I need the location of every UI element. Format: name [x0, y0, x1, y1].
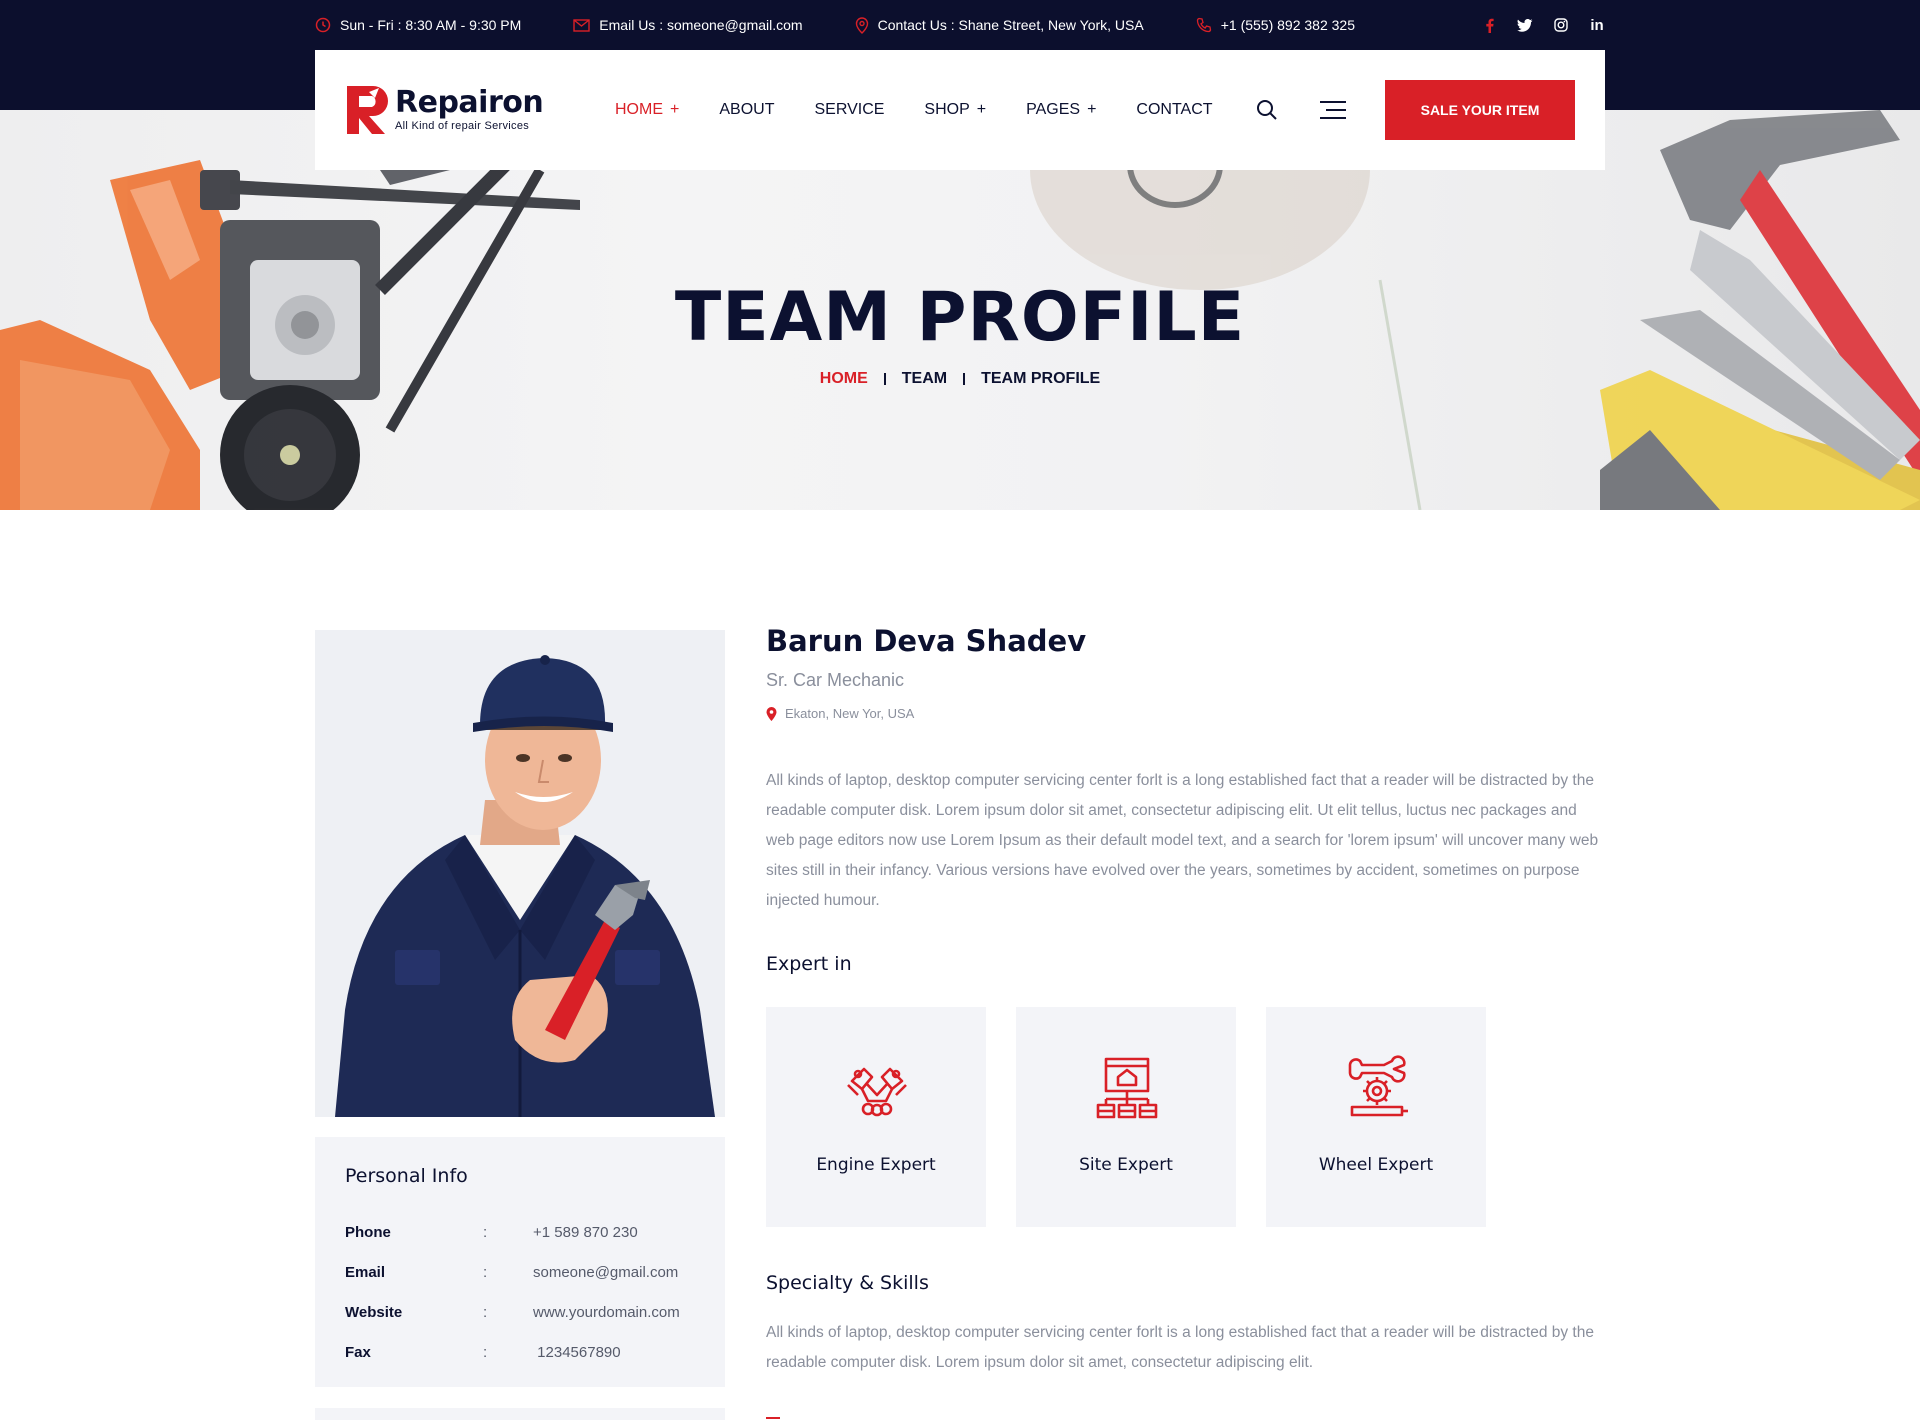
info-value-email[interactable]: someone@gmail.com	[533, 1264, 678, 1281]
nav-home[interactable]: HOME +	[615, 101, 679, 119]
info-label: Email	[345, 1264, 386, 1281]
plus-icon: +	[1087, 101, 1097, 118]
profile-bio: All kinds of laptop, desktop computer se…	[766, 772, 1599, 909]
nav-home-label: HOME	[615, 101, 663, 118]
info-value-website[interactable]: www.yourdomain.com	[533, 1304, 680, 1321]
profile-location: Ekaton, New Yor, USA	[766, 706, 914, 721]
top-bar-content: Sun - Fri : 8:30 AM - 9:30 PM Email Us :…	[315, 0, 1605, 50]
phone-info[interactable]: +1 (555) 892 382 325	[1196, 17, 1355, 33]
info-row-website: Website : www.yourdomain.com	[345, 1304, 695, 1321]
repairon-logo-icon	[347, 86, 388, 134]
info-label: Website	[345, 1304, 403, 1321]
nav-contact[interactable]: CONTACT	[1136, 101, 1212, 119]
expert-heading: Expert in	[766, 953, 852, 975]
info-label: Fax	[345, 1344, 371, 1361]
expert-card-wheel[interactable]: Wheel Expert	[1266, 1007, 1486, 1227]
site-logo[interactable]: Repairon All Kind of repair Services	[345, 84, 544, 136]
search-icon[interactable]	[1255, 98, 1279, 122]
nav-about[interactable]: ABOUT	[719, 101, 774, 119]
hours-info: Sun - Fri : 8:30 AM - 9:30 PM	[315, 17, 521, 33]
profile-role: Sr. Car Mechanic	[766, 670, 905, 690]
brand-name: Repairon	[395, 85, 544, 120]
nav-pages-label: PAGES	[1026, 101, 1081, 118]
info-value-phone[interactable]: +1 589 870 230	[533, 1224, 638, 1241]
hamburger-menu-icon[interactable]	[1320, 100, 1346, 120]
phone-icon	[1196, 17, 1211, 33]
email-text: Email Us : someone@gmail.com	[599, 17, 803, 33]
info-row-email: Email : someone@gmail.com	[345, 1264, 695, 1281]
info-colon: :	[483, 1344, 488, 1361]
page-title: TEAM PROFILE	[674, 278, 1246, 357]
nav-about-label: ABOUT	[719, 101, 775, 118]
expert-label: Engine Expert	[816, 1155, 936, 1175]
profile-name: Barun Deva Shadev	[766, 624, 1087, 658]
info-label: Phone	[345, 1224, 391, 1241]
info-colon: :	[483, 1304, 488, 1321]
info-value-fax: 1234567890	[533, 1344, 621, 1361]
breadcrumb-team[interactable]: TEAM	[902, 370, 947, 388]
wheel-gear-icon	[1348, 1055, 1408, 1117]
location-pin-icon	[766, 706, 777, 721]
nav-contact-label: CONTACT	[1136, 101, 1213, 118]
social-links: in	[1481, 17, 1605, 34]
nav-service[interactable]: SERVICE	[814, 101, 884, 119]
instagram-icon[interactable]	[1553, 17, 1569, 33]
nav-shop[interactable]: SHOP +	[924, 101, 986, 119]
nav-pages[interactable]: PAGES +	[1026, 101, 1096, 119]
breadcrumb: HOME TEAM TEAM PROFILE	[0, 370, 1920, 388]
phone-text: +1 (555) 892 382 325	[1220, 17, 1355, 33]
linkedin-icon[interactable]: in	[1589, 17, 1605, 34]
skills-description: All kinds of laptop, desktop computer se…	[766, 1324, 1594, 1371]
mail-icon	[573, 18, 590, 32]
expert-card-engine[interactable]: Engine Expert	[766, 1007, 986, 1227]
sale-your-item-button[interactable]: SALE YOUR ITEM	[1385, 80, 1575, 140]
breadcrumb-current: TEAM PROFILE	[981, 370, 1101, 387]
twitter-icon[interactable]	[1517, 17, 1533, 33]
breadcrumb-separator	[883, 373, 886, 385]
primary-nav: HOME + ABOUT SERVICE SHOP + PAGES + CONTACT	[615, 50, 1253, 170]
personal-info-card: Personal Info Phone : +1 589 870 230 Ema…	[315, 1137, 725, 1387]
plus-icon: +	[670, 101, 680, 118]
mechanic-portrait	[315, 630, 725, 1117]
facebook-icon[interactable]	[1481, 17, 1497, 33]
site-icon	[1096, 1057, 1158, 1119]
brand-tagline: All Kind of repair Services	[395, 120, 530, 132]
progress-bar-start	[766, 1417, 780, 1419]
engine-icon	[847, 1067, 907, 1117]
personal-info-title: Personal Info	[345, 1165, 468, 1187]
info-colon: :	[483, 1264, 488, 1281]
breadcrumb-home[interactable]: HOME	[820, 370, 868, 388]
address-text: Contact Us : Shane Street, New York, USA	[877, 17, 1144, 33]
clock-icon	[315, 17, 331, 33]
info-row-phone: Phone : +1 589 870 230	[345, 1224, 695, 1241]
expert-card-site[interactable]: Site Expert	[1016, 1007, 1236, 1227]
nav-service-label: SERVICE	[814, 101, 885, 118]
email-info[interactable]: Email Us : someone@gmail.com	[573, 17, 803, 33]
secondary-info-card	[315, 1408, 725, 1420]
hours-text: Sun - Fri : 8:30 AM - 9:30 PM	[340, 17, 522, 33]
profile-photo	[315, 630, 725, 1117]
nav-shop-label: SHOP	[924, 101, 970, 118]
info-row-fax: Fax : 1234567890	[345, 1344, 695, 1361]
address-info: Contact Us : Shane Street, New York, USA	[855, 16, 1144, 34]
plus-icon: +	[976, 101, 987, 118]
expert-label: Site Expert	[1079, 1155, 1173, 1175]
skills-heading: Specialty & Skills	[766, 1272, 929, 1294]
breadcrumb-separator	[963, 373, 966, 385]
page-hero: TEAM PROFILE HOME TEAM TEAM PROFILE	[0, 110, 1920, 510]
location-pin-icon	[855, 16, 868, 34]
expert-label: Wheel Expert	[1318, 1155, 1434, 1175]
main-navbar: Repairon All Kind of repair Services HOM…	[315, 50, 1605, 170]
profile-location-text: Ekaton, New Yor, USA	[785, 706, 915, 721]
info-colon: :	[483, 1224, 488, 1241]
logo-text: Repairon All Kind of repair Services	[395, 85, 544, 133]
